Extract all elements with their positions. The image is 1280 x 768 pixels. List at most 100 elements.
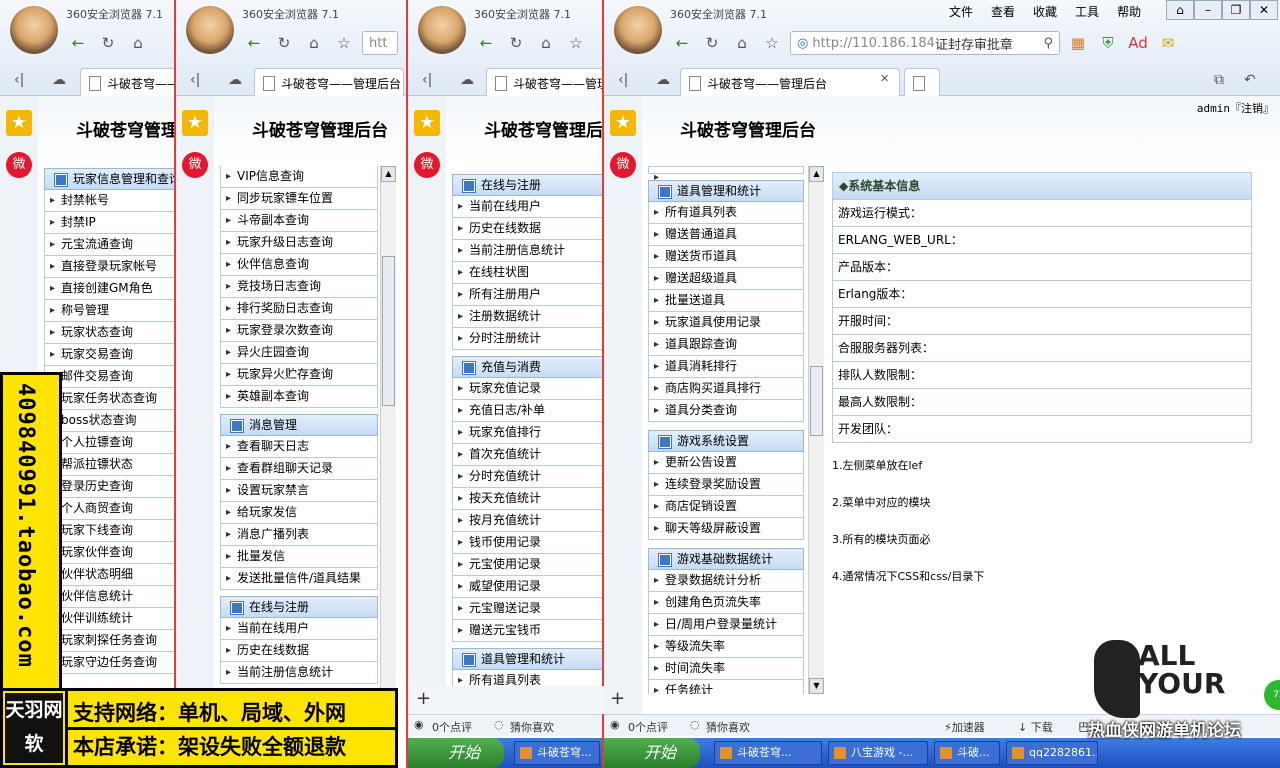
menu-item[interactable]: 元宝流通查询 [44, 234, 174, 256]
tab-admin[interactable]: 斗破苍穹——管理后台 [486, 68, 602, 96]
menu-item[interactable]: 赠送货币道具 [648, 246, 804, 268]
home-icon[interactable]: ⌂ [126, 32, 150, 54]
menu-item[interactable]: 批量送道具 [648, 290, 804, 312]
menu-item[interactable]: 同步玩家镖车位置 [220, 188, 378, 210]
scroll-thumb[interactable] [382, 256, 395, 406]
menu-item[interactable]: 任务统计 [648, 680, 804, 694]
favorite-star-icon[interactable]: ★ [6, 110, 32, 136]
menu-group-stats[interactable]: 游戏基础数据统计 [648, 548, 804, 570]
tab-admin[interactable]: 斗破苍穹——管理后台 [254, 68, 404, 96]
menu-group-payment[interactable]: 充值与消费 [452, 356, 602, 378]
user-avatar[interactable] [10, 6, 58, 54]
menu-item[interactable]: 分时充值统计 [452, 466, 602, 488]
menu-item[interactable]: 商店购买道具排行 [648, 378, 804, 400]
menu-item[interactable]: 注册数据统计 [452, 306, 602, 328]
close-icon[interactable]: ✕ [1250, 0, 1278, 20]
menu-item[interactable]: 批量发信 [220, 546, 378, 568]
menu-item[interactable]: 元宝使用记录 [452, 554, 602, 576]
menu-item[interactable]: 赠送元宝钱币 [452, 620, 602, 642]
menu-tools[interactable]: 工具 [1066, 0, 1108, 24]
taskbar-item[interactable]: 八宝游戏 -... [828, 741, 928, 765]
menu-item[interactable]: 消息广播列表 [220, 524, 378, 546]
menu-item[interactable]: 聊天等级屏蔽设置 [648, 518, 804, 540]
menu-item[interactable]: 玩家伙伴查询 [44, 542, 174, 564]
menu-item[interactable]: 查看群组聊天记录 [220, 458, 378, 480]
menu-item[interactable]: 历史在线数据 [220, 640, 378, 662]
floating-badge[interactable]: 72 [1264, 680, 1280, 710]
menu-item[interactable]: 个人拉镖查询 [44, 432, 174, 454]
pin-icon[interactable]: ⌂ [1166, 0, 1194, 20]
weibo-icon[interactable]: 微 [182, 152, 208, 178]
menu-item[interactable]: 道具跟踪查询 [648, 334, 804, 356]
cloud-icon[interactable]: ☁ [460, 72, 474, 88]
menu-item[interactable]: 玩家交易查询 [44, 344, 174, 366]
menu-group-player[interactable]: 玩家信息管理和查询 [44, 168, 174, 190]
menu-file[interactable]: 文件 [940, 0, 982, 24]
cloud-icon[interactable]: ☁ [52, 72, 66, 88]
menu-item[interactable]: 直接创建GM角色 [44, 278, 174, 300]
add-icon[interactable]: + [610, 688, 625, 709]
menu-item[interactable]: 玩家任务状态查询 [44, 388, 174, 410]
rating-label[interactable]: 0个点评 [432, 719, 472, 735]
user-avatar[interactable] [614, 6, 662, 54]
menu-item[interactable]: 登录数据统计分析 [648, 570, 804, 592]
menu-item[interactable]: 登录历史查询 [44, 476, 174, 498]
tab-close-icon[interactable]: ✕ [880, 72, 889, 85]
menu-item[interactable]: 英雄副本查询 [220, 386, 378, 408]
home-icon[interactable]: ⌂ [534, 32, 558, 54]
menu-item[interactable]: 排行奖励日志查询 [220, 298, 378, 320]
scroll-up-icon[interactable]: ▲ [381, 166, 396, 182]
menu-item[interactable]: 称号管理 [44, 300, 174, 322]
menu-favorites[interactable]: 收藏 [1024, 0, 1066, 24]
menu-item[interactable]: 时间流失率 [648, 658, 804, 680]
rating-icon[interactable]: ◉ [610, 718, 620, 731]
taskbar-item[interactable]: 斗破苍穹... [714, 741, 822, 765]
menu-item[interactable]: 设置玩家禁言 [220, 480, 378, 502]
address-bar[interactable]: htt [362, 31, 398, 55]
home-icon[interactable]: ⌂ [730, 32, 754, 54]
back-icon[interactable]: ← [670, 32, 694, 54]
menu-item[interactable]: 个人商贸查询 [44, 498, 174, 520]
apps-icon[interactable]: ▦ [1066, 32, 1090, 54]
menu-item[interactable]: boss状态查询 [44, 410, 174, 432]
menu-item[interactable]: 所有注册用户 [452, 284, 602, 306]
menu-item[interactable]: 竞技场日志查询 [220, 276, 378, 298]
tab-scroll-left-icon[interactable]: ‹| [422, 72, 432, 88]
tab-scroll-left-icon[interactable]: ‹| [14, 72, 24, 88]
menu-item[interactable]: 封禁IP [44, 212, 174, 234]
menu-item[interactable]: 所有道具列表 [648, 202, 804, 224]
favorite-star-icon[interactable]: ★ [610, 110, 636, 136]
menu-item[interactable]: 玩家登录次数查询 [220, 320, 378, 342]
new-tab[interactable] [904, 68, 940, 96]
menu-item[interactable]: 邮件交易查询 [44, 366, 174, 388]
menu-view[interactable]: 查看 [982, 0, 1024, 24]
menu-item[interactable]: VIP信息查询 [220, 166, 378, 188]
minimize-icon[interactable]: – [1194, 0, 1222, 20]
shield-icon[interactable]: ⛨ [1096, 32, 1120, 54]
cloud-icon[interactable]: ☁ [228, 72, 242, 88]
menu-item[interactable]: 伙伴信息查询 [220, 254, 378, 276]
scroll-thumb[interactable] [810, 366, 823, 436]
weibo-icon[interactable]: 微 [414, 152, 440, 178]
menu-item[interactable]: 封禁帐号 [44, 190, 174, 212]
rating-label[interactable]: 0个点评 [628, 719, 668, 735]
taskbar-item[interactable]: 斗破苍穹... [514, 741, 600, 765]
rating-icon[interactable]: ◉ [414, 718, 424, 731]
menu-item[interactable]: 玩家异火贮存查询 [220, 364, 378, 386]
menu-item[interactable]: 充值日志/补单 [452, 400, 602, 422]
menu-item[interactable]: 玩家刺探任务查询 [44, 630, 174, 652]
menu-item[interactable]: 伙伴状态明细 [44, 564, 174, 586]
favorite-star-icon[interactable]: ★ [414, 110, 440, 136]
menu-item[interactable]: 商店促销设置 [648, 496, 804, 518]
menu-group-message[interactable]: 消息管理 [220, 414, 378, 436]
menu-item[interactable]: 玩家下线查询 [44, 520, 174, 542]
back-icon[interactable]: ← [242, 32, 266, 54]
menu-item[interactable]: 创建角色页流失率 [648, 592, 804, 614]
menu-help[interactable]: 帮助 [1108, 0, 1150, 24]
menu-item[interactable]: 按月充值统计 [452, 510, 602, 532]
search-icon[interactable]: ⚲ [1043, 36, 1053, 51]
adblock-icon[interactable]: Ad [1126, 32, 1150, 54]
guess-label[interactable]: 猜你喜欢 [510, 719, 554, 735]
weibo-icon[interactable]: 微 [6, 152, 32, 178]
user-avatar[interactable] [418, 6, 466, 54]
